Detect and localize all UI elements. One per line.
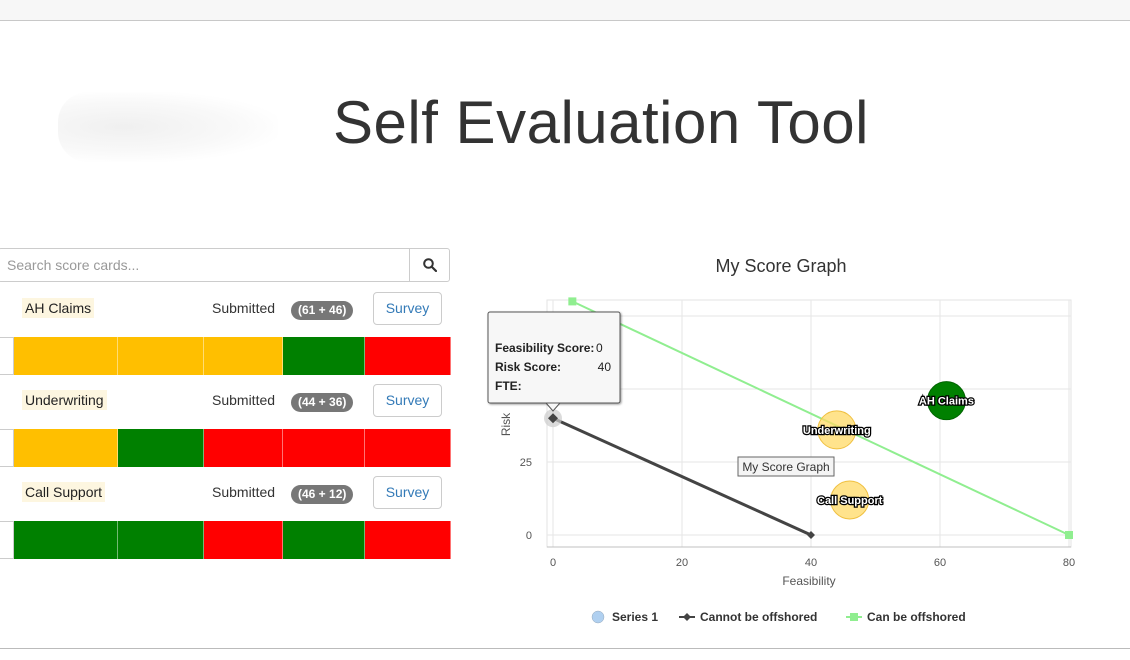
survey-button[interactable]: Survey <box>373 384 442 417</box>
tooltip-label: FTE: <box>495 379 522 393</box>
x-tick-label: 40 <box>805 557 817 569</box>
x-tick-label: 20 <box>676 557 688 569</box>
search-box <box>0 248 450 282</box>
bubble-label: AH Claims <box>919 396 974 408</box>
chart-tooltip: Feasibility Score: 0 Risk Score: 40 FTE: <box>487 311 621 412</box>
x-tick-label: 60 <box>934 557 946 569</box>
score-card-status: Submitted <box>212 392 276 408</box>
x-tick-label: 80 <box>1063 557 1075 569</box>
plot-area <box>546 299 1072 548</box>
score-bar-segment <box>283 337 365 375</box>
score-bar-edge <box>0 337 14 375</box>
hover-label: My Score Graph <box>737 456 835 477</box>
score-card-name[interactable]: Underwriting <box>22 390 107 410</box>
tooltip-value: 0 <box>596 341 603 355</box>
search-button[interactable] <box>409 249 449 281</box>
legend-label: Cannot be offshored <box>700 610 817 624</box>
can-be-offshored-point <box>1065 531 1073 539</box>
score-bar <box>0 521 451 559</box>
score-graph: My Score Graph0204060800255075Feasibilit… <box>487 256 1075 624</box>
x-axis-label: Feasibility <box>782 574 835 588</box>
score-bar-segment <box>14 429 118 467</box>
score-bar-segment <box>204 521 283 559</box>
score-bar-segment <box>283 429 365 467</box>
score-card-header: Call Support Submitted (46 + 12) Survey <box>0 473 450 513</box>
tooltip-label: Risk Score: <box>495 360 561 374</box>
score-bar-edge <box>0 521 14 559</box>
x-tick-label: 0 <box>550 557 556 569</box>
can-be-offshored-point <box>568 297 577 306</box>
score-bar <box>0 429 451 467</box>
browser-top-bar <box>0 0 1130 21</box>
y-axis-label: Risk <box>499 412 513 436</box>
score-card-status: Submitted <box>212 484 276 500</box>
bubble-label: Underwriting <box>803 425 871 437</box>
score-card-name[interactable]: AH Claims <box>22 298 95 318</box>
legend-item: Cannot be offshored <box>679 610 817 624</box>
score-bar-segment <box>118 521 204 559</box>
legend-marker <box>591 610 605 624</box>
survey-button[interactable]: Survey <box>373 292 442 325</box>
score-bar <box>0 337 451 375</box>
score-bar-segment <box>204 429 283 467</box>
score-bar-segment <box>14 521 118 559</box>
company-logo <box>58 92 278 162</box>
score-bar-edge <box>0 429 14 467</box>
y-tick-label: 0 <box>526 530 532 542</box>
score-bar-segment <box>283 521 365 559</box>
score-badge: (61 + 46) <box>291 301 354 320</box>
page-title: Self Evaluation Tool <box>333 89 869 156</box>
bubble-label: Call Support <box>817 495 883 507</box>
score-card-header: AH Claims Submitted (61 + 46) Survey <box>0 289 450 329</box>
score-bar-segment <box>365 337 451 375</box>
score-badge: (46 + 12) <box>291 485 354 504</box>
legend-item: Series 1 <box>591 610 658 624</box>
score-badge: (44 + 36) <box>291 393 354 412</box>
legend-marker <box>683 613 691 621</box>
chart-title: My Score Graph <box>715 256 846 276</box>
score-card-status: Submitted <box>212 300 276 316</box>
y-tick-label: 25 <box>520 457 532 469</box>
score-bar-segment <box>365 429 451 467</box>
legend-label: Series 1 <box>612 610 658 624</box>
legend-marker <box>850 613 858 621</box>
tooltip-label: Feasibility Score: <box>495 341 594 355</box>
score-bar-segment <box>14 337 118 375</box>
legend-label: Can be offshored <box>867 610 966 624</box>
hover-label-text: My Score Graph <box>742 460 829 474</box>
survey-button[interactable]: Survey <box>373 476 442 509</box>
search-input[interactable] <box>0 249 409 281</box>
legend-item: Can be offshored <box>846 610 966 624</box>
score-bar-segment <box>365 521 451 559</box>
score-card-header: Underwriting Submitted (44 + 36) Survey <box>0 381 450 421</box>
tooltip-value: 40 <box>598 360 612 374</box>
footer-divider <box>0 648 1130 649</box>
score-card-name[interactable]: Call Support <box>22 482 106 502</box>
score-bar-segment <box>118 429 204 467</box>
search-icon <box>422 258 437 272</box>
score-bar-segment <box>204 337 283 375</box>
score-bar-segment <box>118 337 204 375</box>
